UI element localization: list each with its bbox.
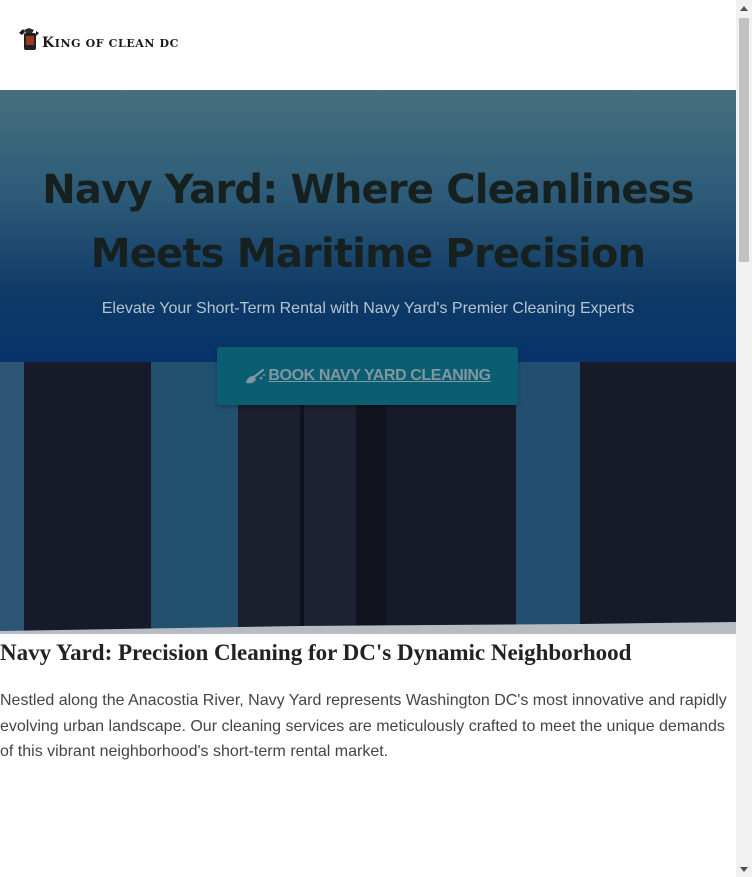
scroll-down-arrow-icon[interactable] [736, 861, 752, 877]
scroll-up-arrow-icon[interactable] [736, 0, 752, 16]
page-scrollbar[interactable] [736, 0, 752, 877]
section-title: Navy Yard: Precision Cleaning for DC's D… [0, 640, 632, 665]
section-body: Nestled along the Anacostia River, Navy … [0, 692, 727, 760]
hero-title: Navy Yard: Where Cleanliness Meets Marit… [42, 167, 694, 277]
crown-shield-icon [19, 28, 39, 50]
book-cleaning-button[interactable]: BOOK NAVY YARD CLEANING [217, 347, 518, 405]
scrollbar-thumb[interactable] [739, 18, 749, 262]
site-logo[interactable]: KING OF CLEAN DC [17, 27, 179, 53]
broom-icon [246, 368, 266, 384]
logo-text: ING OF CLEAN DC [54, 37, 180, 50]
logo-text-lead: K [42, 35, 55, 51]
site-header: KING OF CLEAN DC [0, 0, 736, 90]
hero-subtitle: Elevate Your Short-Term Rental with Navy… [101, 300, 635, 317]
page: KING OF CLEAN DC Navy Yard: Where Cleanl… [0, 0, 736, 877]
hero-section: Navy Yard: Where Cleanliness Meets Marit… [0, 90, 736, 634]
book-cleaning-button-label: BOOK NAVY YARD CLEANING [268, 367, 491, 384]
